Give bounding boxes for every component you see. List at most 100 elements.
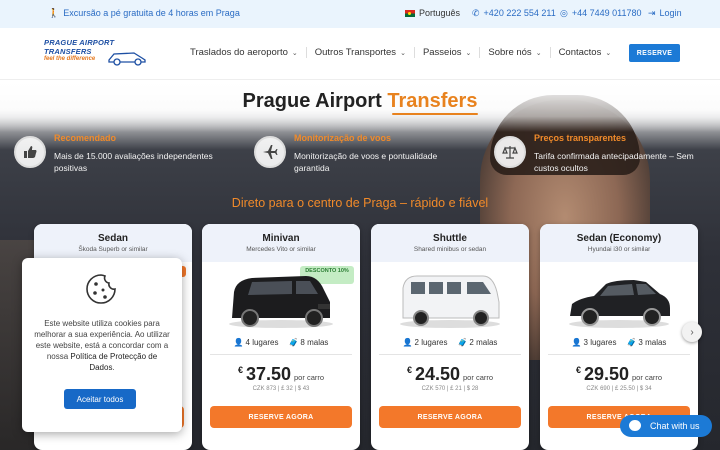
cookie-message-end: . [112,363,115,372]
thumbs-up-icon [14,136,46,168]
chat-label: Chat with us [650,421,700,431]
cookie-icon [86,274,116,304]
card-header: Shuttle Shared minibus or sedan [371,224,529,262]
feature-title: Recomendado [54,133,117,143]
carousel-next-button[interactable]: › [682,322,702,342]
scales-icon [494,136,526,168]
chevron-down-icon: ⌄ [605,49,612,57]
person-icon: 👤 [233,338,244,347]
feature-title: Preços transparentes [534,133,627,143]
nav-item-label: Contactos [558,47,602,58]
vehicle-model: Shared minibus or sedan [413,246,487,253]
whatsapp-icon: ◎ [560,8,568,18]
luggage-capacity: 🧳 8 malas [288,338,328,347]
currency-symbol: € [406,365,412,375]
passenger-count: 2 lugares [414,338,448,347]
card-divider [210,354,352,355]
person-icon: 👤 [571,338,582,347]
passenger-capacity: 👤 3 lugares [572,338,617,347]
phone-icon: ✆ [472,8,480,18]
nav-item-label: Traslados do aeroporto [190,47,288,58]
vehicle-name: Sedan (Economy) [576,233,662,244]
price-unit: por carro [463,373,494,382]
phone-link-uk[interactable]: ◎ +44 7449 011780 [560,8,642,19]
price: €37.50 por carro [202,364,360,385]
currency-symbol: € [575,365,581,375]
phone-link-cz[interactable]: ✆ +420 222 554 211 [472,8,556,19]
suitcase-icon: 🧳 [457,338,468,347]
capacity-row: 👤 4 lugares 🧳 8 malas [202,338,360,347]
passenger-count: 3 lugares [583,338,617,347]
subheading-text: Direto para o centro de Praga – rápido e… [231,196,489,210]
person-icon: 👤 [402,338,413,347]
nav-item-contacts[interactable]: Contactos ⌄ [559,47,620,58]
nav-item-label: Sobre nós [488,47,532,58]
vehicle-model: Hyundai i30 or similar [587,246,651,253]
price-unit: por carro [294,373,325,382]
login-link[interactable]: ⇥ Login [648,8,682,19]
vehicle-model: Mercedes Vito or similar [246,246,316,253]
cookie-consent-dialog: Este website utiliza cookies para melhor… [22,258,182,432]
vehicle-card-minivan[interactable]: Minivan Mercedes Vito or similar DESCONT… [202,224,360,450]
vehicle-name: Sedan [97,233,128,244]
price-amount: 37.50 [245,364,292,384]
accept-all-button[interactable]: Aceitar todos [64,389,136,409]
main-nav: PRAGUE AIRPORT TRANSFERS feel the differ… [0,28,720,80]
alt-currencies: CZK 690 | £ 25.50 | $ 34 [586,386,652,392]
section-subheading: Direto para o centro de Praga – rápido e… [0,196,720,210]
price-unit: por carro [632,373,663,382]
login-label: Login [659,8,682,18]
card-header: Sedan Škoda Superb or similar [34,224,192,262]
feature-desc: Monitorização de voos e pontualidade gar… [294,151,438,173]
portugal-flag-icon [405,9,415,17]
nav-item-about[interactable]: Sobre nós ⌄ [488,47,551,58]
price: €29.50 por carro [540,364,698,385]
card-divider [548,354,690,355]
reserve-now-button[interactable]: RESERVE AGORA [379,406,521,428]
promo-link[interactable]: 🚶 Excursão a pé gratuita de 4 horas em Pr… [48,8,240,19]
passenger-count: 4 lugares [245,338,279,347]
alt-currencies: CZK 873 | £ 32 | $ 43 [252,386,310,392]
vehicle-model: Škoda Superb or similar [78,246,148,253]
luggage-count: 3 malas [638,338,667,347]
promo-text: Excursão a pé gratuita de 4 horas em Pra… [63,8,240,18]
currency-symbol: € [237,365,243,375]
cookie-text: Este website utiliza cookies para melhor… [34,318,170,373]
luggage-count: 2 malas [469,338,498,347]
capacity-row: 👤 2 lugares 🧳 2 malas [371,338,529,347]
plane-icon [254,136,286,168]
vehicle-card-shuttle[interactable]: Shuttle Shared minibus or sedan 👤 2 lugar… [371,224,529,450]
luggage-capacity: 🧳 2 malas [457,338,497,347]
top-info-bar: 🚶 Excursão a pé gratuita de 4 horas em Pr… [0,0,720,28]
suitcase-icon: 🧳 [626,338,637,347]
suitcase-icon: 🧳 [288,338,299,347]
card-header: Sedan (Economy) Hyundai i30 or similar [540,224,698,262]
language-label: Português [419,8,461,18]
language-selector[interactable]: Português [405,8,460,18]
feature-desc: Tarifa confirmada antecipadamente – Sem … [534,151,694,173]
price: €24.50 por carro [371,364,529,385]
passenger-capacity: 👤 4 lugares [234,338,279,347]
chat-button[interactable]: Chat with us [620,415,712,437]
reserve-button[interactable]: RESERVE [629,44,680,62]
title-accent: Transfers [387,90,478,112]
capacity-row: 👤 3 lugares 🧳 3 malas [540,338,698,347]
nav-item-airport-transfers[interactable]: Traslados do aeroporto ⌄ [190,47,307,58]
passenger-capacity: 👤 2 lugares [403,338,448,347]
shuttle-image [371,262,529,332]
phone-number-1: +420 222 554 211 [483,8,556,18]
nav-item-tours[interactable]: Passeios ⌄ [422,47,481,58]
title-underline [392,113,478,115]
chevron-down-icon: ⌄ [465,49,472,57]
card-divider [379,354,521,355]
nav-item-other-transport[interactable]: Outros Transportes ⌄ [315,47,415,58]
page-title: Prague Airport Transfers [0,90,720,113]
feature-title: Monitorização de voos [294,133,392,143]
vehicle-name: Shuttle [433,233,467,244]
card-header: Minivan Mercedes Vito or similar [202,224,360,262]
site-logo[interactable]: PRAGUE AIRPORT TRANSFERS feel the differ… [44,38,159,72]
nav-item-label: Passeios [422,47,462,58]
reserve-now-button[interactable]: RESERVE AGORA [210,406,352,428]
luggage-count: 8 malas [300,338,329,347]
chevron-down-icon: ⌄ [291,49,298,57]
